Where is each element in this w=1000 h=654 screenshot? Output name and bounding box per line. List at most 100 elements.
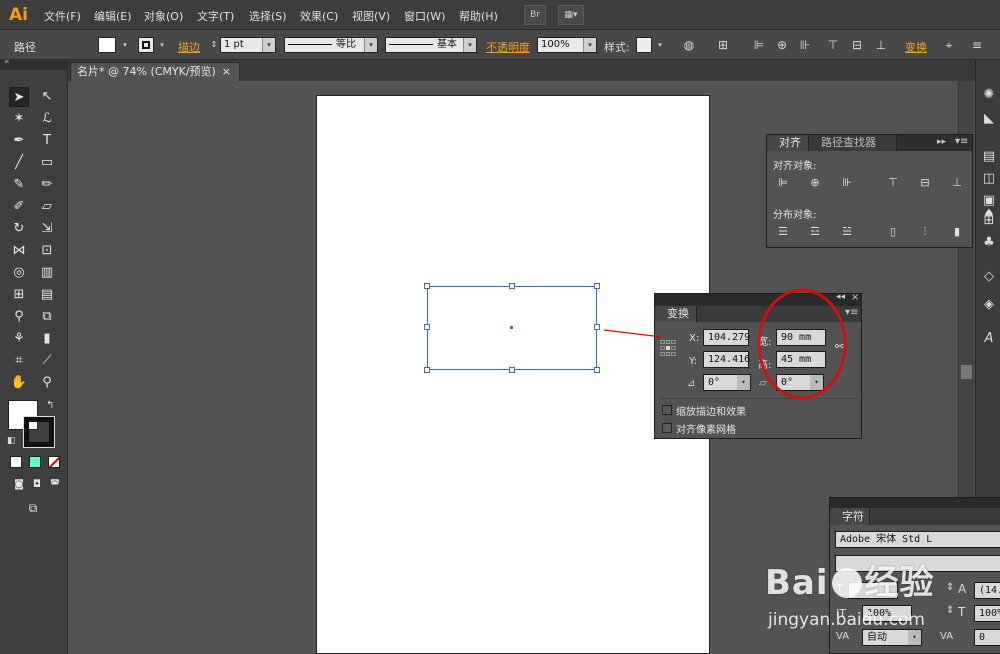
kerning-field[interactable]: 自动 ▾ <box>862 629 922 646</box>
character-panel-icon[interactable]: A <box>979 330 999 348</box>
align-left-icon[interactable]: ⊫ <box>752 38 766 52</box>
leading-stepper-icon[interactable]: ⇕ <box>946 582 954 593</box>
stroke-weight-dropdown[interactable]: 1 pt ▾ <box>220 37 276 53</box>
menu-effect[interactable]: 效果(C) <box>300 8 338 24</box>
horizontal-align-left-icon[interactable]: ⊫ <box>775 175 791 191</box>
selection-handle[interactable] <box>424 324 430 330</box>
zoom-tool-icon[interactable]: ⚲ <box>37 373 57 393</box>
eraser-tool-icon[interactable]: ▱ <box>37 197 57 217</box>
graphic-style-swatch[interactable] <box>636 37 652 53</box>
vertical-align-center-icon[interactable]: ⊟ <box>917 175 933 191</box>
free-transform-tool-icon[interactable]: ⊡ <box>37 241 57 261</box>
layers-panel-icon[interactable]: ◇ <box>979 268 999 286</box>
direct-selection-tool-icon[interactable]: ↖ <box>37 87 57 107</box>
menu-file[interactable]: 文件(F) <box>44 8 81 24</box>
horizontal-align-center-icon[interactable]: ⊕ <box>807 175 823 191</box>
line-tool-icon[interactable]: ╱ <box>9 153 29 173</box>
symbols-icon[interactable]: ♣ <box>979 234 999 252</box>
stroke-weight-stepper-icon[interactable]: ⇕ <box>207 38 221 52</box>
draw-inside-icon[interactable]: ◚ <box>45 475 65 495</box>
shape-builder-tool-icon[interactable]: ◎ <box>9 263 29 283</box>
artboards-panel-icon[interactable]: ◈ <box>979 296 999 314</box>
menu-edit[interactable]: 编辑(E) <box>94 8 132 24</box>
brushes-panel-icon[interactable]: ♠ <box>979 206 999 224</box>
panel-menu-icon[interactable]: ▾≡ <box>955 136 968 147</box>
transform-label[interactable]: 变换 <box>905 39 927 55</box>
tab-align[interactable]: 对齐 <box>767 135 809 151</box>
gradient-tool-icon[interactable]: ▤ <box>37 285 57 305</box>
align-bottom-icon[interactable]: ⊥ <box>874 38 888 52</box>
tab-pathfinder[interactable]: 路径查找器 <box>809 135 897 151</box>
arrange-documents-icon[interactable]: ▦▾ <box>558 5 584 25</box>
lasso-tool-icon[interactable]: ℒ <box>37 109 57 129</box>
artboard-tool-icon[interactable]: ⌗ <box>9 351 29 371</box>
color-mode-icon[interactable] <box>10 456 22 468</box>
scale-strokes-checkbox[interactable] <box>662 405 672 415</box>
default-fill-stroke-icon[interactable]: ◧ <box>7 436 16 446</box>
stroke-dropdown-icon[interactable]: ▾ <box>155 38 169 52</box>
close-document-icon[interactable]: × <box>222 63 231 80</box>
selection-handle[interactable] <box>509 367 515 373</box>
recolor-artwork-icon[interactable]: ◍ <box>682 38 696 52</box>
change-screen-mode-icon[interactable]: ⧉ <box>23 498 43 518</box>
pen-tool-icon[interactable]: ✒ <box>9 131 29 151</box>
transparency-panel-icon[interactable]: ◫ <box>979 170 999 188</box>
vertical-distribute-bottom-icon[interactable]: ☱ <box>839 224 855 240</box>
font-family-field[interactable]: Adobe 宋体 Std L <box>835 531 1000 548</box>
width-tool-icon[interactable]: ⋈ <box>9 241 29 261</box>
perspective-grid-tool-icon[interactable]: ▥ <box>37 263 57 283</box>
brush-definition-dropdown[interactable]: 基本 ▾ <box>385 37 477 53</box>
fill-swatch[interactable] <box>98 37 116 53</box>
horizontal-distribute-center-icon[interactable]: ⫶ <box>917 224 933 240</box>
menu-object[interactable]: 对象(O) <box>144 8 183 24</box>
menu-type[interactable]: 文字(T) <box>197 8 234 24</box>
gradient-mode-icon[interactable] <box>29 456 41 468</box>
color-guide-icon[interactable]: ◣ <box>979 110 999 128</box>
document-tab[interactable]: 名片* @ 74% (CMYK/预览) × <box>70 62 240 81</box>
symbol-sprayer-tool-icon[interactable]: ⚘ <box>9 329 29 349</box>
menu-view[interactable]: 视图(V) <box>352 8 390 24</box>
selection-tool-icon[interactable]: ➤ <box>9 87 29 107</box>
vertical-distribute-center-icon[interactable]: ☲ <box>807 224 823 240</box>
draw-behind-icon[interactable]: ◘ <box>27 475 47 495</box>
vertical-align-top-icon[interactable]: ⊤ <box>885 175 901 191</box>
menu-select[interactable]: 选择(S) <box>249 8 287 24</box>
hand-tool-icon[interactable]: ✋ <box>9 373 29 393</box>
mesh-tool-icon[interactable]: ⊞ <box>9 285 29 305</box>
vertical-distribute-top-icon[interactable]: ☰ <box>775 224 791 240</box>
stroke-swatch[interactable] <box>138 37 154 53</box>
scrollbar-thumb[interactable] <box>961 365 972 379</box>
align-vertical-center-icon[interactable]: ⊟ <box>850 38 864 52</box>
menu-window[interactable]: 窗口(W) <box>404 8 445 24</box>
graphic-style-dropdown-icon[interactable]: ▾ <box>653 38 667 52</box>
align-top-icon[interactable]: ⊤ <box>826 38 840 52</box>
type-tool-icon[interactable]: T <box>37 131 57 151</box>
align-horizontal-center-icon[interactable]: ⊕ <box>775 38 789 52</box>
leading-field[interactable]: (14. <box>974 582 1000 599</box>
color-panel-icon[interactable]: ✺ <box>979 86 999 104</box>
isolate-icon[interactable]: ⌖ <box>942 38 956 52</box>
align-pixel-grid-checkbox[interactable] <box>662 423 672 433</box>
selection-handle[interactable] <box>424 367 430 373</box>
vertical-align-bottom-icon[interactable]: ⊥ <box>949 175 965 191</box>
blob-brush-tool-icon[interactable]: ✐ <box>9 197 29 217</box>
stroke-panel-icon[interactable]: ▤ <box>979 148 999 166</box>
selection-handle[interactable] <box>509 283 515 289</box>
fill-dropdown-icon[interactable]: ▾ <box>118 38 132 52</box>
column-graph-tool-icon[interactable]: ▮ <box>37 329 57 349</box>
horizontal-align-right-icon[interactable]: ⊪ <box>839 175 855 191</box>
horizontal-distribute-right-icon[interactable]: ▮ <box>949 224 965 240</box>
opacity-dropdown[interactable]: 100% ▾ <box>537 37 597 53</box>
magic-wand-tool-icon[interactable]: ✶ <box>9 109 29 129</box>
paintbrush-tool-icon[interactable]: ✎ <box>9 175 29 195</box>
tracking-field[interactable]: 0 <box>974 629 1000 646</box>
rotate-tool-icon[interactable]: ↻ <box>9 219 29 239</box>
selection-handle[interactable] <box>424 283 430 289</box>
rectangle-tool-icon[interactable]: ▭ <box>37 153 57 173</box>
tab-character[interactable]: 字符 <box>830 508 870 525</box>
scale-tool-icon[interactable]: ⇲ <box>37 219 57 239</box>
slice-tool-icon[interactable]: ⟋ <box>37 351 57 371</box>
control-panel-menu-icon[interactable]: ≡ <box>970 38 984 52</box>
align-right-icon[interactable]: ⊪ <box>798 38 812 52</box>
none-mode-icon[interactable] <box>48 456 60 468</box>
